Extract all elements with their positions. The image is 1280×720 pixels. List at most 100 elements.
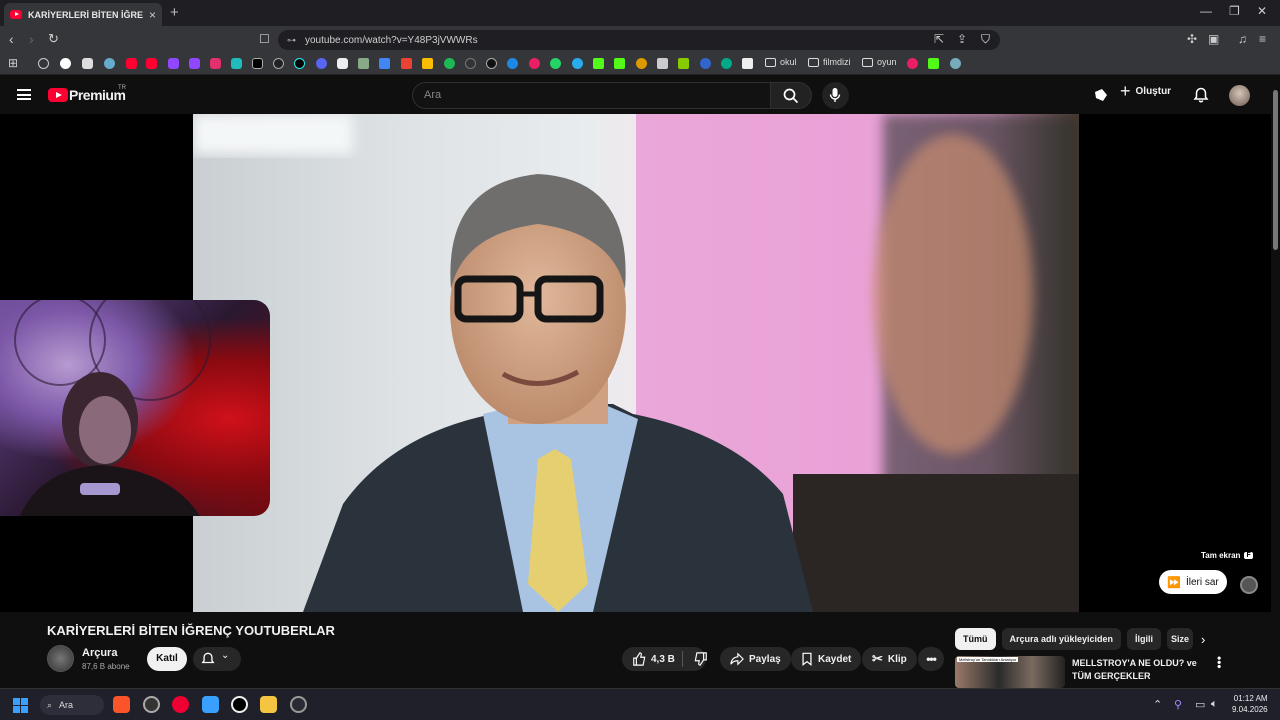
bookmark-icon-33[interactable]	[721, 58, 732, 69]
bookmark-icon-10[interactable]	[231, 58, 242, 69]
tray-app-icon[interactable]: ⚲	[1174, 698, 1182, 711]
bookmark-icon[interactable]: ☐	[259, 33, 270, 46]
bookmark-icon-38[interactable]	[907, 58, 918, 69]
back-icon[interactable]: ‹	[9, 31, 14, 47]
clip-button[interactable]: ✂ Klip	[862, 647, 917, 671]
new-tab-button[interactable]: +	[170, 4, 179, 21]
bookmark-folder-okul[interactable]: okul	[765, 57, 797, 67]
youtube-bookmark-icon-2[interactable]	[146, 58, 157, 69]
save-button[interactable]: Kaydet	[791, 647, 862, 671]
taskbar-app-icon-5[interactable]	[231, 696, 248, 713]
ai-sparkle-icon[interactable]	[1093, 87, 1109, 103]
chips-next-chevron-icon[interactable]: ›	[1201, 632, 1205, 647]
skip-forward-button[interactable]: ⏩ İleri sar	[1159, 570, 1227, 594]
search-button[interactable]	[770, 82, 812, 109]
bookmark-icon-3[interactable]	[82, 58, 93, 69]
x-bookmark-icon[interactable]	[252, 58, 263, 69]
brave-browser-icon[interactable]	[113, 696, 130, 713]
sidebar-panel-icon[interactable]: ▣	[1208, 33, 1219, 46]
bookmark-icon-40[interactable]	[950, 58, 961, 69]
kick-bookmark-icon[interactable]	[593, 58, 604, 69]
bookmark-icon-29[interactable]	[636, 58, 647, 69]
taskbar-app-icon-7[interactable]	[290, 696, 307, 713]
bookmark-icon-16[interactable]	[358, 58, 369, 69]
browser-tab-active[interactable]: KARİYERLERİ BİTEN İĞRENÇ YOUTUBERLAR ×	[4, 3, 162, 26]
spotify-bookmark-icon[interactable]	[444, 58, 455, 69]
tab-close-icon[interactable]: ×	[149, 9, 156, 21]
bookmark-icon-4[interactable]	[104, 58, 115, 69]
search-input[interactable]: Ara	[412, 82, 770, 109]
youtube-bookmark-icon[interactable]	[126, 58, 137, 69]
discord-bookmark-icon[interactable]	[316, 58, 327, 69]
window-close-icon[interactable]: ✕	[1257, 4, 1267, 18]
dislike-button[interactable]	[686, 647, 716, 671]
notifications-bell-icon[interactable]	[1193, 87, 1209, 103]
site-info-icon[interactable]: ⊶	[287, 35, 296, 46]
telegram-bookmark-icon[interactable]	[572, 58, 583, 69]
system-clock[interactable]: 01:12 AM 9.04.2026	[1232, 693, 1268, 715]
google-bookmark-icon[interactable]	[60, 58, 71, 69]
create-button[interactable]: + Oluştur	[1120, 82, 1171, 100]
file-explorer-icon[interactable]	[260, 696, 277, 713]
minimize-icon[interactable]: —	[1200, 4, 1212, 18]
open-in-app-icon[interactable]: ⇱	[934, 33, 944, 46]
address-bar[interactable]: ⊶ youtube.com/watch?v=Y48P3jVWWRs	[278, 30, 1000, 50]
taskbar-app-icon-3[interactable]	[172, 696, 189, 713]
whatsapp-bookmark-icon[interactable]	[550, 58, 561, 69]
windows-start-icon[interactable]	[13, 698, 28, 713]
taskbar-search[interactable]: ⌕ Ara	[40, 695, 104, 715]
chip-related[interactable]: İlgili	[1127, 628, 1162, 650]
bookmark-icon-23[interactable]	[507, 58, 518, 69]
twitch-bookmark-icon-2[interactable]	[189, 58, 200, 69]
bookmark-icon-30[interactable]	[657, 58, 668, 69]
bookmark-icon-31[interactable]	[678, 58, 689, 69]
scrollbar-thumb[interactable]	[1273, 90, 1278, 250]
bookmark-icon-24[interactable]	[529, 58, 540, 69]
gmail-bookmark-icon[interactable]	[401, 58, 412, 69]
kick-bookmark-icon-2[interactable]	[614, 58, 625, 69]
chip-from-uploader[interactable]: Arçura adlı yükleyiciden	[1001, 628, 1122, 650]
menu-hamburger-icon[interactable]	[17, 89, 31, 100]
network-icon[interactable]: ▭	[1195, 698, 1205, 711]
restore-icon[interactable]: ❐	[1229, 4, 1240, 18]
video-player[interactable]: Tam ekran F ⏩ İleri sar	[0, 114, 1271, 612]
media-controls-icon[interactable]: ♫	[1238, 33, 1247, 46]
extensions-icon[interactable]: ✣	[1187, 33, 1197, 46]
bookmark-icon-12[interactable]	[273, 58, 284, 69]
taskbar-app-icon-2[interactable]	[143, 696, 160, 713]
channel-name[interactable]: Arçura	[82, 647, 117, 659]
bookmark-folder-filmdizi[interactable]: filmdizi	[808, 57, 851, 67]
voice-search-button[interactable]	[822, 82, 849, 109]
join-button[interactable]: Katıl	[147, 647, 187, 671]
apps-grid-icon[interactable]: ⊞	[8, 57, 18, 70]
volume-icon[interactable]: 🔈︎	[1211, 698, 1218, 711]
youtube-logo-icon[interactable]	[48, 88, 68, 102]
photos-app-icon[interactable]	[202, 696, 219, 713]
bookmark-icon-32[interactable]	[700, 58, 711, 69]
recommendation-title[interactable]: MELLSTROY'A NE OLDU? ve TÜM GERÇEKLER	[1072, 657, 1202, 683]
chip-all[interactable]: Tümü	[955, 628, 996, 650]
browser-menu-icon[interactable]: ≡	[1259, 33, 1266, 46]
recommendation-thumbnail[interactable]: Mellstroy'un Tanıdıkları Anlatıyor	[955, 656, 1065, 688]
forward-icon[interactable]: ›	[29, 31, 34, 47]
account-avatar[interactable]	[1229, 85, 1250, 106]
bookmark-icon-34[interactable]	[742, 58, 753, 69]
tiktok-bookmark-icon[interactable]	[294, 58, 305, 69]
share-page-icon[interactable]: ⇪	[957, 33, 967, 46]
github-bookmark-icon[interactable]	[486, 58, 497, 69]
brave-shield-icon[interactable]: ⛉	[981, 33, 990, 46]
bookmark-icon-15[interactable]	[337, 58, 348, 69]
youtube-brand[interactable]: Premium	[69, 87, 126, 103]
kick-bookmark-icon-3[interactable]	[928, 58, 939, 69]
tray-overflow-chevron-icon[interactable]: ⌃	[1153, 698, 1162, 711]
drive-bookmark-icon[interactable]	[422, 58, 433, 69]
subscription-bell-button[interactable]: ⌄	[193, 647, 241, 671]
reload-icon[interactable]: ↻	[48, 31, 59, 47]
translate-bookmark-icon[interactable]	[379, 58, 390, 69]
channel-avatar[interactable]	[47, 645, 74, 672]
instagram-bookmark-icon[interactable]	[210, 58, 221, 69]
recommendation-more-icon[interactable]: •••	[1212, 656, 1226, 669]
history-bookmark-icon[interactable]	[38, 58, 49, 69]
page-scrollbar[interactable]	[1271, 76, 1280, 688]
bookmark-icon-21[interactable]	[465, 58, 476, 69]
